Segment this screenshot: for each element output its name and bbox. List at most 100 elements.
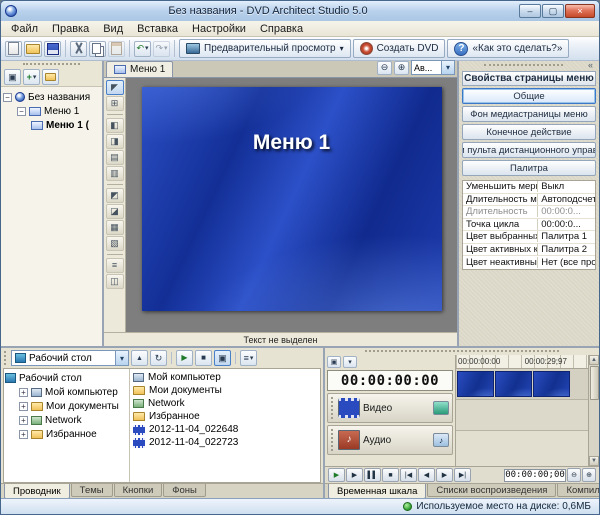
video-monitor-button[interactable] xyxy=(433,401,449,415)
center-horizontal-button[interactable]: ◩ xyxy=(106,188,124,203)
timeline-ruler[interactable]: 00:00:00:00 00:00:29;97 xyxy=(456,355,588,369)
collapse-panel-icon[interactable]: « xyxy=(585,61,596,70)
list-item[interactable]: Мои документы xyxy=(131,384,319,397)
menu-insert[interactable]: Вставка xyxy=(131,22,184,36)
go-to-start-button[interactable]: |◀ xyxy=(400,468,417,482)
timeline-vertical-scrollbar[interactable]: ▲ ▼ xyxy=(588,355,599,466)
close-button[interactable]: × xyxy=(565,4,595,18)
menu-options[interactable]: Настройки xyxy=(186,22,252,36)
save-project-button[interactable] xyxy=(44,41,61,57)
property-row[interactable]: Длительность 00:00:0... xyxy=(463,206,595,219)
center-vertical-button[interactable]: ◪ xyxy=(106,204,124,219)
snap-tool-button[interactable]: ◫ xyxy=(106,274,124,289)
maximize-button[interactable]: ▢ xyxy=(542,4,564,18)
chevron-down-icon[interactable]: ▾ xyxy=(441,61,454,74)
same-height-button[interactable]: ▧ xyxy=(106,236,124,251)
tree-item-menu1[interactable]: − Меню 1 xyxy=(3,104,100,118)
tab-menu1[interactable]: Меню 1 xyxy=(106,61,173,77)
refresh-button[interactable]: ↻ xyxy=(150,350,167,366)
tab-compilation[interactable]: Компиляция xyxy=(557,484,600,497)
start-preview-button[interactable]: ▶ xyxy=(176,350,193,366)
open-project-button[interactable] xyxy=(24,41,42,57)
zoom-in-button[interactable]: ⊕ xyxy=(394,61,409,75)
menu-edit[interactable]: Правка xyxy=(46,22,95,36)
properties-tab-general[interactable]: Общие xyxy=(462,88,596,104)
expand-icon[interactable]: + xyxy=(19,416,28,425)
video-track-lane[interactable] xyxy=(456,369,588,400)
tab-themes[interactable]: Темы xyxy=(71,484,113,497)
property-row[interactable]: Уменьшить мерцан... Выкл xyxy=(463,181,595,194)
folder-item-desktop[interactable]: Рабочий стол xyxy=(5,371,128,385)
video-clip-thumbnail[interactable] xyxy=(457,371,494,397)
title-bar[interactable]: Без названия - DVD Architect Studio 5.0 … xyxy=(1,1,599,21)
scroll-up-icon[interactable]: ▲ xyxy=(589,355,599,365)
align-left-button[interactable]: ◧ xyxy=(106,118,124,133)
folder-item-network[interactable]: + Network xyxy=(5,413,128,427)
new-project-button[interactable] xyxy=(5,41,22,57)
tab-backgrounds[interactable]: Фоны xyxy=(163,484,206,497)
tab-buttons[interactable]: Кнопки xyxy=(114,484,163,497)
drag-handle[interactable] xyxy=(331,429,335,451)
property-value[interactable]: 00:00:0... xyxy=(538,206,595,217)
drag-handle[interactable] xyxy=(331,397,335,419)
panel-grip[interactable] xyxy=(4,351,8,365)
properties-tab-palette[interactable]: Палитра xyxy=(462,160,596,176)
copy-button[interactable] xyxy=(89,41,106,57)
timeline-options-button[interactable]: ▾ xyxy=(343,356,357,368)
menu-help[interactable]: Справка xyxy=(254,22,309,36)
add-menu-button[interactable]: +▾ xyxy=(23,69,40,85)
folder-up-button[interactable]: ▲ xyxy=(131,350,148,366)
views-button[interactable]: ≡▾ xyxy=(240,350,257,366)
property-row[interactable]: Точка цикла 00:00:0... xyxy=(463,219,595,232)
tree-item-project[interactable]: − Без названия xyxy=(3,90,100,104)
list-item[interactable]: 2012-11-04_022648 xyxy=(131,423,319,436)
previous-frame-button[interactable]: ◀ xyxy=(418,468,435,482)
property-value[interactable]: Палитра 1 xyxy=(538,231,595,242)
expand-icon[interactable]: + xyxy=(19,430,28,439)
make-dvd-button[interactable]: Создать DVD xyxy=(353,39,446,58)
menu-file[interactable]: Файл xyxy=(5,22,44,36)
insert-media-button[interactable] xyxy=(42,69,59,85)
properties-tab-background[interactable]: Фон медиастраницы меню xyxy=(462,106,596,122)
tab-timeline[interactable]: Временная шкала xyxy=(328,484,426,499)
chevron-down-icon[interactable]: ▾ xyxy=(115,351,128,365)
list-item[interactable]: Network xyxy=(131,397,319,410)
list-item[interactable]: Избранное xyxy=(131,410,319,423)
undo-button[interactable]: ↶▾ xyxy=(134,41,151,57)
align-bottom-button[interactable]: ▥ xyxy=(106,166,124,181)
timeline-zoom-out-button[interactable]: ⊖ xyxy=(567,468,581,482)
list-item[interactable]: 2012-11-04_022723 xyxy=(131,436,319,449)
properties-tab-remote-buttons[interactable]: Кнопки пульта дистанционного управления xyxy=(462,142,596,158)
zoom-out-button[interactable]: ⊖ xyxy=(377,61,392,75)
audio-track-header[interactable]: ♪ Аудио ♪ xyxy=(327,425,453,455)
scroll-down-icon[interactable]: ▼ xyxy=(589,456,599,466)
zoom-level-select[interactable]: Ав... ▾ xyxy=(411,60,455,75)
audio-track-lane[interactable] xyxy=(456,400,588,431)
tab-playlists[interactable]: Списки воспроизведения xyxy=(427,484,556,497)
redo-button[interactable]: ↷▾ xyxy=(153,41,170,57)
property-value[interactable]: Автоподсчет xyxy=(538,194,595,205)
next-frame-button[interactable]: ▶ xyxy=(436,468,453,482)
paste-button[interactable] xyxy=(108,41,125,57)
play-from-start-button[interactable]: ▶ xyxy=(328,468,345,482)
property-row[interactable]: Цвет неактивных ... Нет (все проз... xyxy=(463,256,595,269)
collapse-icon[interactable]: − xyxy=(17,107,26,116)
property-value[interactable]: Нет (все проз... xyxy=(538,257,595,268)
same-width-button[interactable]: ▦ xyxy=(106,220,124,235)
video-clip-thumbnail[interactable] xyxy=(533,371,570,397)
video-clip-thumbnail[interactable] xyxy=(495,371,532,397)
property-value[interactable]: Выкл xyxy=(538,181,595,192)
sizing-tool-button[interactable]: ⊞ xyxy=(106,96,124,111)
go-to-end-button[interactable]: ▶| xyxy=(454,468,471,482)
tree-item-menu1-page[interactable]: Меню 1 ( xyxy=(3,118,100,132)
align-top-button[interactable]: ▤ xyxy=(106,150,124,165)
folder-item-computer[interactable]: + Мой компьютер xyxy=(5,385,128,399)
preview-button[interactable]: Предварительный просмотр ▾ xyxy=(179,39,351,58)
folder-item-favorites[interactable]: + Избранное xyxy=(5,427,128,441)
expand-icon[interactable]: + xyxy=(19,388,28,397)
pause-button[interactable]: ▌▌ xyxy=(364,468,381,482)
align-right-button[interactable]: ◨ xyxy=(106,134,124,149)
property-value[interactable]: Палитра 2 xyxy=(538,244,595,255)
expand-icon[interactable]: + xyxy=(19,402,28,411)
scrollbar-thumb[interactable] xyxy=(590,366,599,400)
